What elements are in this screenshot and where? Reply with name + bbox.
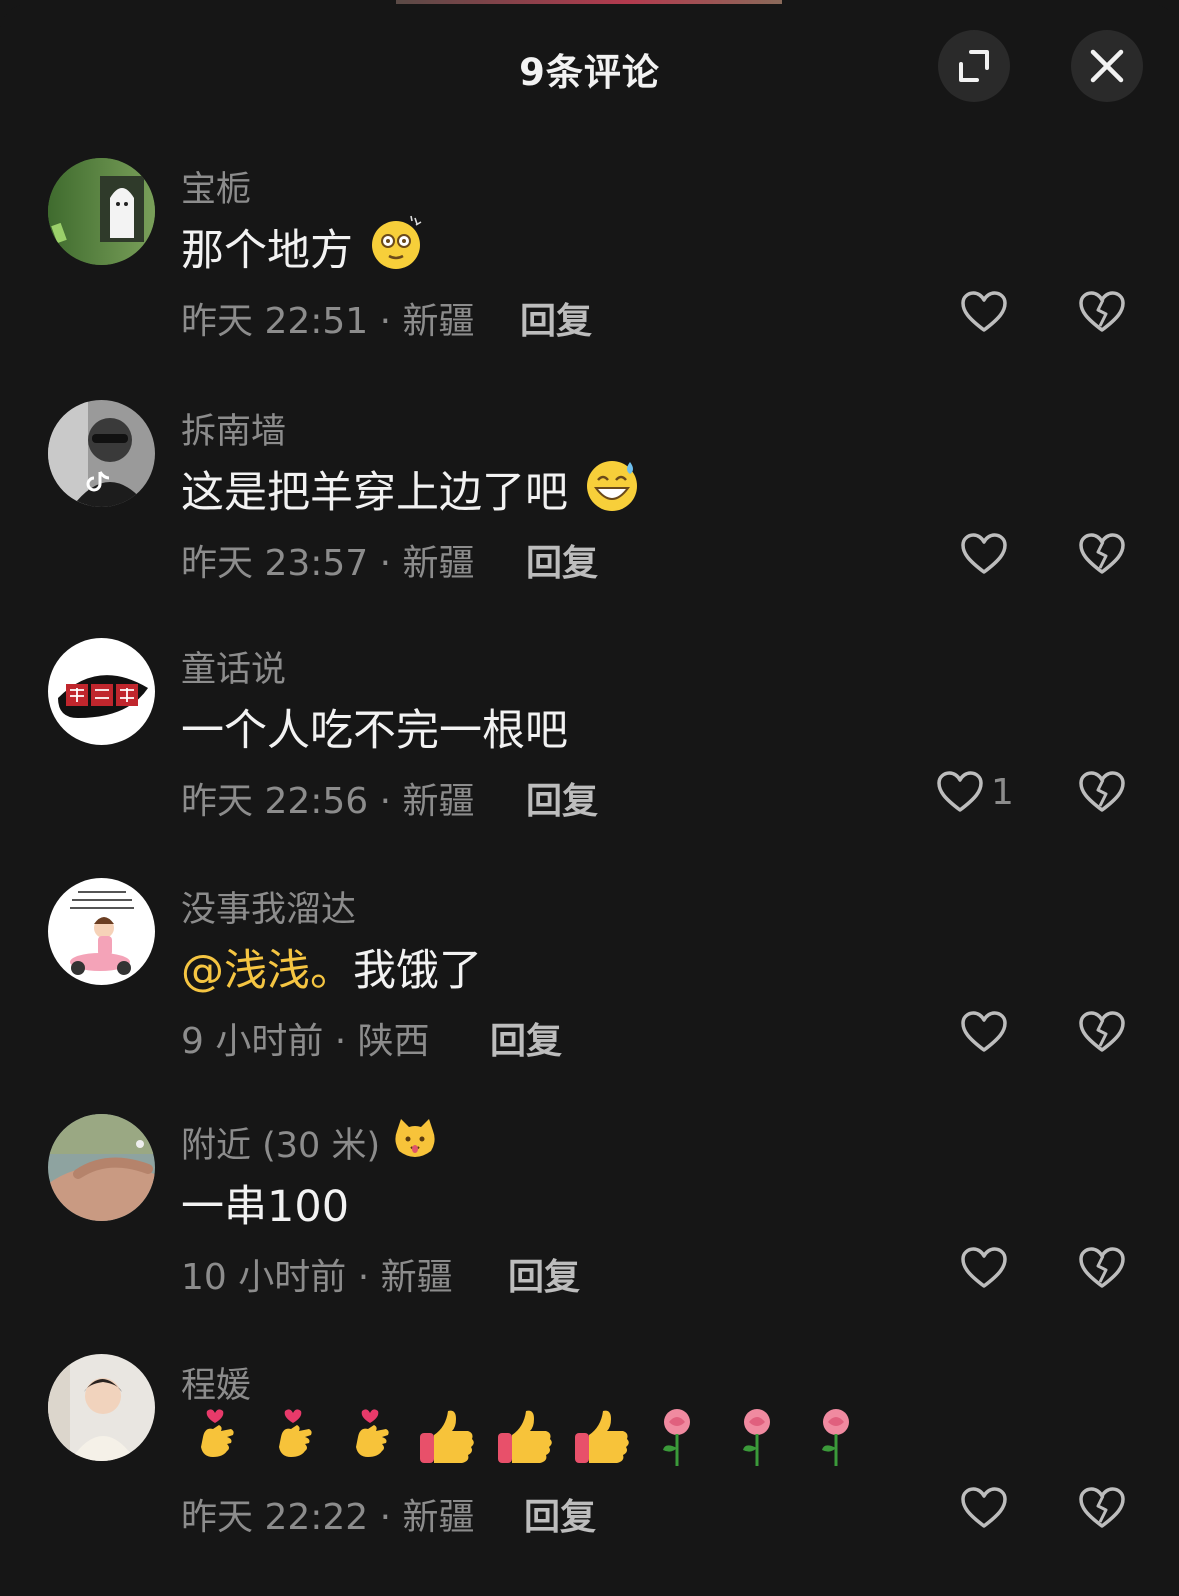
- like-button[interactable]: [934, 766, 986, 818]
- broken-heart-icon: [1079, 291, 1125, 332]
- like-button[interactable]: [958, 286, 1010, 338]
- heart-icon: [961, 291, 1007, 332]
- comment-meta: 昨天 22:22 · 新疆: [181, 1497, 475, 1538]
- thumbs-up-icon: [569, 1407, 633, 1478]
- rose-icon: [647, 1406, 707, 1479]
- reply-button[interactable]: 回复: [526, 772, 598, 824]
- comment-item: 童话说 一个人吃不完一根吧 昨天 22:56 · 新疆 回复 1: [0, 638, 1179, 858]
- reply-button[interactable]: 回复: [490, 1012, 562, 1064]
- comment-username[interactable]: 拆南墙: [181, 403, 286, 454]
- heart-icon: [961, 1011, 1007, 1052]
- comment-username[interactable]: 附近 (30 米): [181, 1117, 439, 1176]
- expand-button[interactable]: [938, 30, 1010, 102]
- thumbs-up-icon: [492, 1407, 556, 1478]
- comment-username-text: 附近 (30 米): [181, 1126, 381, 1166]
- comment-item: 没事我溜达 @浅浅。我饿了 9 小时前 · 陕西 回复: [0, 878, 1179, 1098]
- avatar[interactable]: [48, 638, 155, 745]
- comment-item: 程媛 昨天 22:22 · 新疆 回复: [0, 1354, 1179, 1574]
- avatar[interactable]: [48, 158, 155, 265]
- avatar[interactable]: [48, 1354, 155, 1461]
- mention-link[interactable]: @浅浅。: [181, 946, 353, 996]
- comment-text: 一个人吃不完一根吧: [181, 696, 568, 758]
- comment-username[interactable]: 程媛: [181, 1357, 251, 1408]
- dizzy-face-icon: [367, 212, 427, 283]
- heart-icon: [961, 1487, 1007, 1528]
- hand-heart-icon: [342, 1407, 400, 1478]
- comment-meta: 昨天 23:57 · 新疆: [181, 543, 475, 584]
- dislike-button[interactable]: [1076, 1006, 1128, 1058]
- dislike-button[interactable]: [1076, 1242, 1128, 1294]
- comment-text-content: 这是把羊穿上边了吧: [181, 468, 568, 518]
- comment-meta: 昨天 22:56 · 新疆: [181, 781, 475, 822]
- broken-heart-icon: [1079, 1011, 1125, 1052]
- comments-header: 9条评论: [0, 4, 1179, 128]
- comment-text: @浅浅。我饿了: [181, 936, 482, 998]
- dislike-button[interactable]: [1076, 286, 1128, 338]
- broken-heart-icon: [1079, 1487, 1125, 1528]
- like-button[interactable]: [958, 1482, 1010, 1534]
- comment-text-content: 那个地方: [181, 226, 353, 276]
- heart-icon: [961, 533, 1007, 574]
- dislike-button[interactable]: [1076, 1482, 1128, 1534]
- comment-text-content: 一个人吃不完一根吧: [181, 706, 568, 756]
- dislike-button[interactable]: [1076, 766, 1128, 818]
- reply-button[interactable]: 回复: [520, 292, 592, 344]
- avatar[interactable]: [48, 1114, 155, 1221]
- comment-username[interactable]: 童话说: [181, 641, 286, 692]
- avatar[interactable]: [48, 878, 155, 985]
- comment-text: [181, 1406, 866, 1479]
- close-icon: [1090, 49, 1124, 83]
- comment-text-content: 一串100: [181, 1182, 350, 1232]
- comment-meta: 昨天 22:51 · 新疆: [181, 301, 475, 342]
- hand-heart-icon: [265, 1407, 323, 1478]
- comment-item: 宝栀 那个地方 昨天 22:51 · 新疆 回复: [0, 158, 1179, 378]
- comments-sheet: 9条评论 宝栀 那个地方 昨天 22:51 · 新疆 回复 拆南墙 这是把羊穿上…: [0, 4, 1179, 1596]
- thumbs-up-icon: [414, 1407, 478, 1478]
- comment-text: 这是把羊穿上边了吧: [181, 458, 642, 531]
- comment-meta: 9 小时前 · 陕西: [181, 1021, 430, 1062]
- comment-username[interactable]: 宝栀: [181, 161, 251, 212]
- comment-meta: 10 小时前 · 新疆: [181, 1257, 453, 1298]
- broken-heart-icon: [1079, 771, 1125, 812]
- grinning-sweat-icon: [582, 454, 642, 525]
- heart-icon: [937, 771, 983, 812]
- comment-text-content: 我饿了: [353, 946, 482, 996]
- heart-icon: [961, 1247, 1007, 1288]
- broken-heart-icon: [1079, 533, 1125, 574]
- comment-username[interactable]: 没事我溜达: [181, 881, 356, 932]
- like-count: 1: [991, 772, 1014, 813]
- comment-text: 那个地方: [181, 215, 427, 289]
- comment-text: 一串100: [181, 1172, 349, 1234]
- close-button[interactable]: [1071, 30, 1143, 102]
- comment-item: 附近 (30 米) 一串100 10 小时前 · 新疆 回复: [0, 1114, 1179, 1334]
- like-button[interactable]: [958, 528, 1010, 580]
- comment-item: 拆南墙 这是把羊穿上边了吧 昨天 23:57 · 新疆 回复: [0, 400, 1179, 620]
- rose-icon: [806, 1406, 866, 1479]
- reply-button[interactable]: 回复: [524, 1488, 596, 1540]
- reply-button[interactable]: 回复: [526, 534, 598, 586]
- hand-heart-icon: [187, 1407, 245, 1478]
- expand-icon: [959, 50, 989, 82]
- like-button[interactable]: [958, 1006, 1010, 1058]
- avatar[interactable]: [48, 400, 155, 507]
- reply-button[interactable]: 回复: [508, 1248, 580, 1300]
- broken-heart-icon: [1079, 1247, 1125, 1288]
- cat-face-icon: [391, 1115, 439, 1172]
- rose-icon: [727, 1406, 787, 1479]
- dislike-button[interactable]: [1076, 528, 1128, 580]
- like-button[interactable]: [958, 1242, 1010, 1294]
